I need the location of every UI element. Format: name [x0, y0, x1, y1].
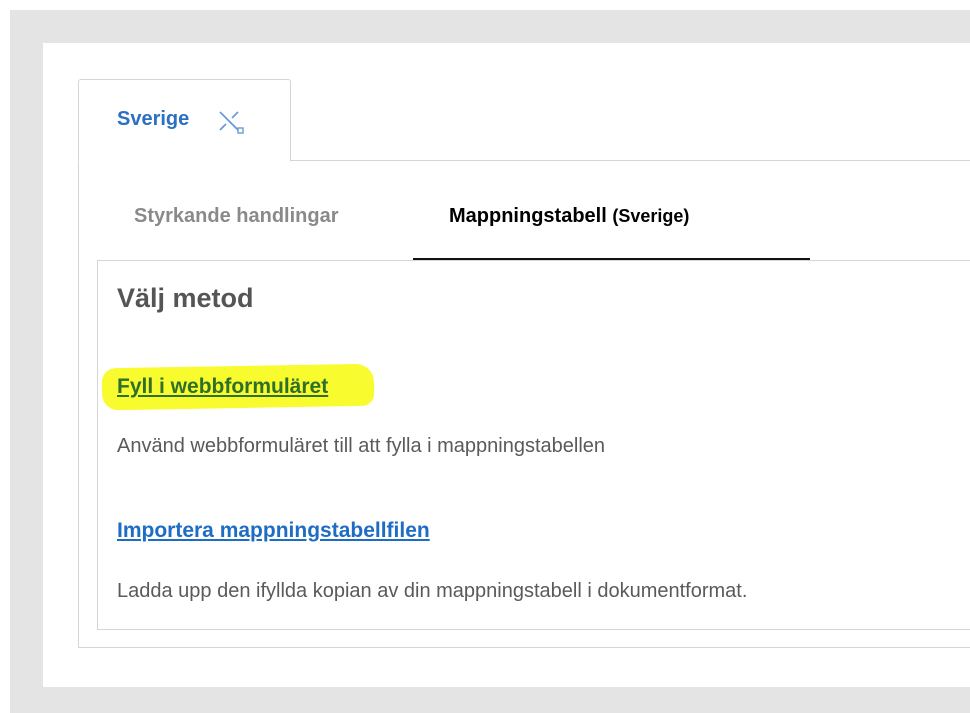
country-tab-label: Sverige	[117, 108, 190, 130]
import-file-description: Ladda upp den ifyllda kopian av din mapp…	[117, 580, 748, 602]
subtab-label: Mappningstabell	[449, 205, 607, 227]
panel-title: Välj metod	[117, 283, 254, 313]
subtab-suffix: (Sverige)	[612, 206, 690, 226]
import-file-link[interactable]: Importera mappningstabellfilen	[117, 519, 430, 543]
tab-sverige[interactable]: Sverige	[78, 79, 291, 162]
subtab-label: Styrkande handlingar	[134, 205, 339, 227]
fill-webform-description: Använd webbformuläret till att fylla i m…	[117, 435, 606, 457]
fill-webform-link[interactable]: Fyll i webbformuläret	[117, 375, 328, 399]
subtab-styrkande-handlingar[interactable]: Styrkande handlingar	[134, 205, 339, 228]
subtab-mappningstabell[interactable]: Mappningstabell (Sverige)	[449, 205, 689, 228]
unlink-icon[interactable]	[218, 110, 246, 136]
